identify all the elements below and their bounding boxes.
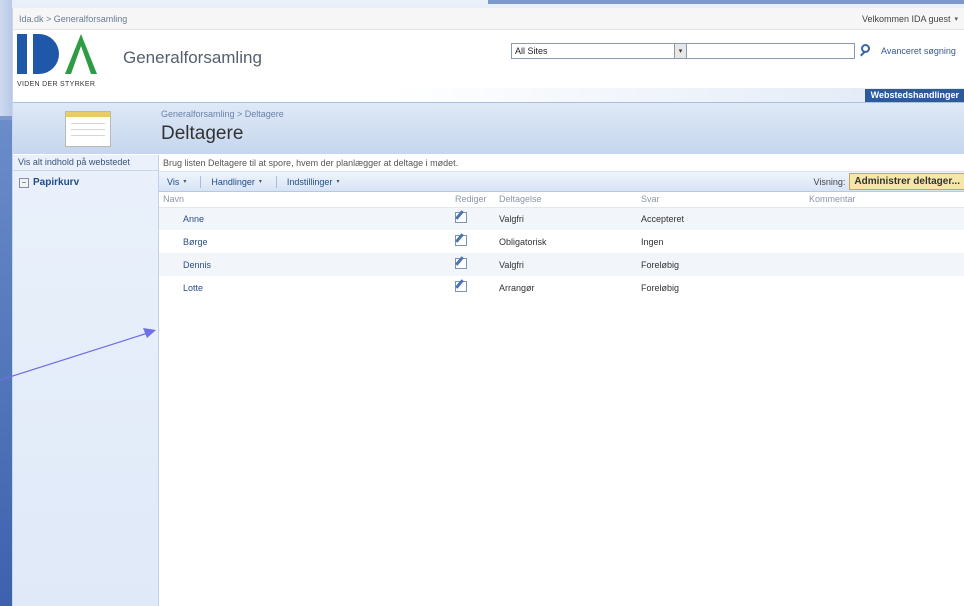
edit-icon[interactable]: [455, 281, 467, 292]
comment-cell: [805, 207, 964, 230]
edit-icon[interactable]: [455, 235, 467, 246]
response-cell: Foreløbig: [641, 282, 680, 293]
page-title-area: Generalforsamling > Deltagere Deltagere: [13, 102, 964, 154]
edit-cell: [451, 276, 495, 299]
slide-frame-top: [0, 0, 12, 120]
column-header-response[interactable]: Svar: [637, 192, 805, 208]
response-cell: Ingen: [641, 236, 664, 247]
recycle-bin-icon: [19, 177, 29, 188]
search-scope-select[interactable]: All Sites ▾: [511, 43, 687, 59]
column-header-name[interactable]: Navn: [159, 192, 451, 208]
advanced-search-link[interactable]: Avanceret søgning: [881, 46, 956, 56]
edit-icon[interactable]: [455, 212, 467, 224]
view-selector-label: Visning:: [813, 176, 846, 187]
attendee-name-link[interactable]: Børge: [159, 230, 451, 253]
site-actions-row: Webstedshandlinger: [13, 88, 964, 102]
settings-menu-label: Indstillinger: [286, 176, 333, 187]
global-topbar: Ida.dk > Generalforsamling Velkommen IDA…: [13, 8, 964, 30]
edit-cell: [451, 230, 495, 253]
attendance-cell: Arrangør: [499, 282, 535, 293]
toolbar-divider: [275, 175, 277, 188]
attendee-name-link[interactable]: Lotte: [159, 276, 451, 299]
column-header-comment[interactable]: Kommentar: [805, 192, 964, 208]
table-row[interactable]: Dennis Valgfri Foreløbig: [159, 253, 964, 276]
table-header-row: Navn Rediger Deltagelse Svar Kommentar: [159, 192, 964, 208]
search-icon[interactable]: [859, 43, 875, 59]
quick-launch: Vis alt indhold på webstedet Papirkurv: [13, 155, 159, 606]
search-icon-handle: [860, 51, 865, 57]
edit-icon[interactable]: [455, 258, 467, 269]
edit-cell: [451, 253, 495, 276]
chevron-down-icon: ▾: [954, 15, 958, 23]
toolbar-divider: [200, 175, 202, 188]
list-icon-strip: [66, 112, 110, 117]
table-row[interactable]: Anne Valgfri Accepteret: [159, 207, 964, 230]
attendance-cell: Obligatorisk: [499, 236, 547, 247]
view-all-content-link[interactable]: Vis alt indhold på webstedet: [13, 155, 158, 171]
slide-frame-left: [0, 120, 12, 606]
ida-logo[interactable]: VIDEN DER STYRKER: [17, 34, 117, 94]
site-title[interactable]: Generalforsamling: [123, 48, 262, 68]
actions-menu-label: Handlinger: [211, 176, 255, 187]
search-scope-value: All Sites: [515, 46, 548, 56]
welcome-menu[interactable]: Velkommen IDA guest ▾: [862, 14, 958, 24]
list-icon: [65, 111, 111, 147]
response-cell: Accepteret: [637, 207, 805, 230]
welcome-label: Velkommen IDA guest: [861, 13, 951, 24]
page-breadcrumb[interactable]: Generalforsamling > Deltagere: [161, 109, 284, 119]
toolbar-right: Visning: Administrer deltager...: [814, 173, 964, 190]
recycle-bin-link[interactable]: Papirkurv: [19, 177, 152, 188]
chevron-down-icon: ▾: [258, 179, 262, 185]
chevron-down-icon: ▾: [183, 179, 187, 185]
search-input[interactable]: [687, 43, 855, 59]
logo-a-inner: [71, 46, 91, 74]
logo-i-shape: [17, 34, 27, 74]
site-actions-menu[interactable]: Webstedshandlinger: [864, 89, 964, 102]
attendee-name-link[interactable]: Anne: [159, 207, 451, 230]
list-icon-lines: [71, 123, 105, 124]
chevron-down-icon: ▾: [336, 179, 340, 185]
logo-d-shape: [33, 34, 59, 74]
attendee-name-link[interactable]: Dennis: [159, 253, 451, 276]
chevron-down-icon[interactable]: ▾: [674, 44, 686, 58]
actions-menu[interactable]: Handlinger ▾: [211, 177, 262, 187]
comment-cell: [805, 253, 964, 276]
attendance-cell: Valgfri: [495, 207, 637, 230]
global-breadcrumb[interactable]: Ida.dk > Generalforsamling: [19, 14, 127, 24]
sharepoint-window: Ida.dk > Generalforsamling Velkommen IDA…: [12, 8, 964, 606]
main-content: Brug listen Deltagere til at spore, hvem…: [159, 155, 964, 606]
column-header-attendance[interactable]: Deltagelse: [495, 192, 637, 208]
list-toolbar: Vis ▾ Handlinger ▾ Indstillinger ▾ Visni…: [159, 172, 964, 192]
recycle-bin-label: Papirkurv: [33, 177, 80, 188]
logo-tagline: VIDEN DER STYRKER: [17, 81, 96, 88]
edit-cell: [451, 207, 495, 230]
table-row[interactable]: Børge Obligatorisk Ingen: [159, 230, 964, 253]
response-cell: Foreløbig: [637, 253, 805, 276]
view-menu-label: Vis: [167, 176, 180, 187]
slide-divider-top: [488, 0, 964, 4]
page-title: Deltagere: [161, 123, 244, 144]
view-menu[interactable]: Vis ▾: [167, 177, 186, 187]
manage-attendees-button[interactable]: Administrer deltager...: [849, 173, 964, 190]
comment-cell: [805, 276, 964, 299]
list-description: Brug listen Deltagere til at spore, hvem…: [159, 155, 964, 172]
column-header-edit: Rediger: [451, 192, 495, 208]
attendees-table: Navn Rediger Deltagelse Svar Kommentar A…: [159, 192, 964, 299]
comment-cell: [805, 230, 964, 253]
site-header: VIDEN DER STYRKER Generalforsamling All …: [13, 30, 964, 102]
search-area: All Sites ▾ Avanceret søgning: [511, 42, 957, 60]
settings-menu[interactable]: Indstillinger ▾: [287, 177, 340, 187]
table-row[interactable]: Lotte Arrangør Foreløbig: [159, 276, 964, 299]
attendance-cell: Valgfri: [495, 253, 637, 276]
